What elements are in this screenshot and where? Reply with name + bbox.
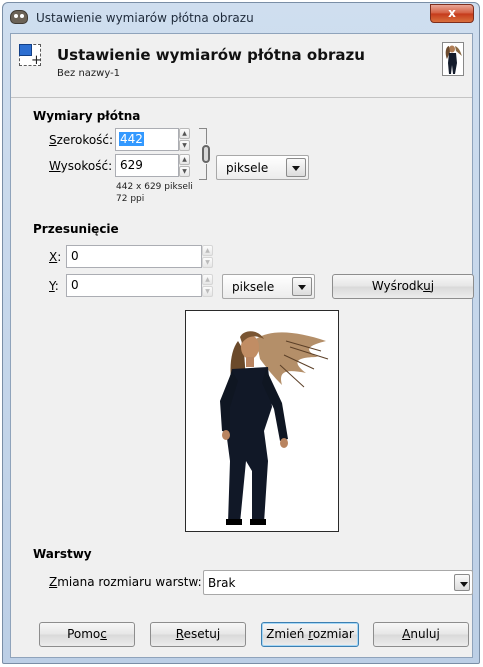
canvas-unit-value: piksele (226, 161, 269, 175)
center-button[interactable]: Wyśrodkuj (332, 274, 474, 299)
canvas-preview[interactable] (185, 310, 339, 532)
x-offset-label: X: (49, 250, 62, 264)
gimp-app-icon (10, 10, 28, 24)
width-up-arrow-icon[interactable]: ▲ (179, 128, 190, 139)
y-offset-label: Y: (49, 279, 59, 293)
close-button[interactable]: x (430, 4, 474, 23)
x-offset-stepper[interactable]: ▲ ▼ (202, 245, 215, 268)
window-title: Ustawienie wymiarów płótna obrazu (36, 11, 254, 25)
height-down-arrow-icon[interactable]: ▼ (179, 166, 190, 177)
help-button[interactable]: Pomoc (39, 622, 135, 647)
y-down-arrow-icon[interactable]: ▼ (202, 286, 213, 297)
image-thumbnail (442, 42, 464, 76)
width-value[interactable]: 442 (119, 132, 144, 146)
resolution-info: 72 ppi (116, 194, 145, 204)
x-offset-field[interactable]: 0 ▲ ▼ (66, 245, 213, 268)
y-offset-field[interactable]: 0 ▲ ▼ (66, 274, 213, 297)
size-info: 442 x 629 pikseli (116, 182, 193, 192)
x-down-arrow-icon[interactable]: ▼ (202, 257, 213, 268)
y-up-arrow-icon[interactable]: ▲ (202, 274, 213, 285)
woman-figure-icon (445, 45, 462, 74)
x-up-arrow-icon[interactable]: ▲ (202, 245, 213, 256)
dialog-window: Ustawienie wymiarów płótna obrazu x + Us… (2, 2, 480, 664)
offset-unit-select[interactable]: piksele (222, 274, 315, 299)
layer-resize-select[interactable]: Brak (203, 570, 473, 595)
width-field[interactable]: 442 ▲ ▼ (115, 128, 190, 151)
height-field[interactable]: 629 ▲ ▼ (115, 154, 190, 177)
layer-resize-value: Brak (208, 576, 236, 590)
dialog-header: + Ustawienie wymiarów płótna obrazu Bez … (11, 34, 472, 98)
width-down-arrow-icon[interactable]: ▼ (179, 140, 190, 151)
aspect-chain-icon[interactable] (199, 128, 211, 180)
cancel-button[interactable]: Anuluj (373, 622, 469, 647)
offset-unit-value: piksele (232, 280, 275, 294)
reset-button[interactable]: Resetuj (150, 622, 246, 647)
offset-section-title: Przesunięcie (33, 222, 119, 236)
dialog-title: Ustawienie wymiarów płótna obrazu (57, 46, 365, 64)
width-stepper[interactable]: ▲ ▼ (179, 128, 192, 151)
width-label: Szerokość: (49, 133, 114, 147)
canvas-size-section-title: Wymiary płótna (33, 109, 141, 123)
preview-image (186, 311, 338, 531)
resize-button[interactable]: Zmień rozmiar (261, 622, 359, 647)
title-bar[interactable]: Ustawienie wymiarów płótna obrazu x (3, 3, 479, 33)
y-offset-stepper[interactable]: ▲ ▼ (202, 274, 215, 297)
height-stepper[interactable]: ▲ ▼ (179, 154, 192, 177)
layers-section-title: Warstwy (33, 547, 92, 561)
image-name: Bez nazwy-1 (57, 68, 121, 79)
height-label: Wysokość: (49, 159, 113, 173)
layer-resize-label: Zmiana rozmiaru warstw: (49, 575, 202, 589)
height-up-arrow-icon[interactable]: ▲ (179, 154, 190, 165)
canvas-unit-select[interactable]: piksele (216, 155, 309, 180)
height-value[interactable]: 629 (120, 158, 143, 172)
dialog-client-area: + Ustawienie wymiarów płótna obrazu Bez … (10, 33, 474, 658)
chevron-down-icon[interactable] (454, 574, 470, 591)
x-offset-value[interactable]: 0 (71, 249, 79, 263)
canvas-size-icon: + (19, 44, 43, 68)
y-offset-value[interactable]: 0 (71, 278, 79, 292)
chevron-down-icon[interactable] (286, 158, 306, 177)
chevron-down-icon[interactable] (292, 277, 312, 296)
